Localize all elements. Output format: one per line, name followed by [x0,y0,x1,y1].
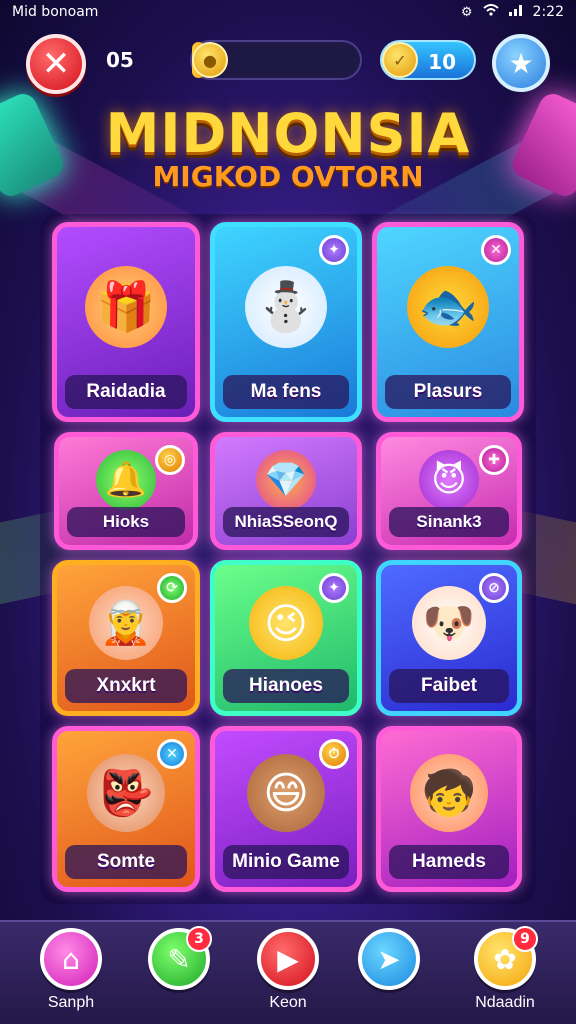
level-number: 05 [106,48,134,72]
game-tile-sinank3[interactable]: ✚ 😈 Sinank3 [376,432,522,550]
tile-label: Sinank3 [389,507,509,537]
title-sub: MIGKOD OVTORN [152,160,424,193]
game-tile-xnxkrt[interactable]: ⟳ 🧝 Xnxkrt [52,560,200,716]
tile-label: Faibet [389,669,509,703]
tile-art-icon: 😈 [419,450,479,511]
close-icon: ✕ [41,44,71,84]
wifi-icon [482,4,499,20]
game-tile-hameds[interactable]: 🧒 Hameds [376,726,522,892]
settings-icon: ⚙ [460,4,473,20]
signal-icon [508,4,523,20]
coin-icon: ● [192,42,228,78]
tile-art-icon: 🎁 [85,265,167,348]
tile-art-icon: 😉 [249,586,323,661]
tile-art-icon: 👺 [87,754,165,833]
tile-badge-icon: ✦ [319,573,349,603]
coin-count: 10 [428,50,456,74]
tile-badge-icon: ✦ [319,235,349,265]
tile-art-icon: 💎 [256,450,316,511]
nav-item-send[interactable]: ➤ [334,928,444,1024]
game-tile-faibet[interactable]: ⊘ 🐶 Faibet [376,560,522,716]
star-button[interactable]: ★ [492,34,550,92]
game-title: MIDNONSIA MIGKOD OVTORN [0,104,576,192]
game-tile-raidadia[interactable]: 🎁 Raidadia [52,222,200,422]
send-icon: ➤ [358,928,420,990]
game-grid: 🎁 Raidadia ✦ ⛄ Ma fens ✕ 🐟 Plasurs ◎ 🔔 H… [40,214,536,904]
game-tile-ma-fens[interactable]: ✦ ⛄ Ma fens [210,222,362,422]
nav-item-pencil[interactable]: ✎ 3 [124,926,234,1024]
nav-item-sanph[interactable]: ⌂ Sanph [16,928,126,1024]
pencil-icon: ✎ 3 [148,926,212,990]
tile-art-icon: 🔔 [96,450,156,511]
tile-label: NhiaSSeonQ [223,507,349,537]
tile-art-icon: 🧝 [89,586,163,661]
tile-badge-icon: ⊘ [479,573,509,603]
title-main: MIDNONSIA [105,102,471,165]
game-tile-plasurs[interactable]: ✕ 🐟 Plasurs [372,222,524,422]
home-icon: ⌂ [40,928,102,990]
tile-label: Somte [65,845,187,879]
tile-art-icon: 🧒 [410,754,488,833]
tile-badge-icon: ◎ [155,445,185,475]
tile-label: Hameds [389,845,509,879]
tile-label: Xnxkrt [65,669,187,703]
tile-badge-icon: ✕ [157,739,187,769]
star-icon: ★ [508,46,534,80]
progress-bar: ● [190,40,362,80]
tile-label: Plasurs [385,375,511,409]
bottom-nav: ⌂ Sanph ✎ 3 ▶ Keon ➤ ✿ 9 Ndaadin [0,920,576,1024]
close-button[interactable]: ✕ [26,34,86,94]
carrier-label: Mid bonoam [12,4,99,20]
play-icon: ▶ [257,928,319,990]
game-tile-hianoes[interactable]: ✦ 😉 Hianoes [210,560,362,716]
notification-badge: 3 [186,926,212,952]
game-tile-minio-game[interactable]: ⏱ 😄 Minio Game [210,726,362,892]
nav-item-keon[interactable]: ▶ Keon [233,928,343,1024]
status-bar: Mid bonoam ⚙ 2:22 [0,0,576,24]
tile-badge-icon: ⏱ [319,739,349,769]
tile-label: Ma fens [223,375,349,409]
tile-badge-icon: ✚ [479,445,509,475]
tile-art-icon: 😄 [247,754,325,833]
tile-badge-icon: ✕ [481,235,511,265]
tile-label: Hianoes [223,669,349,703]
notification-badge: 9 [512,926,538,952]
tile-label: Minio Game [223,845,349,879]
game-tile-somte[interactable]: ✕ 👺 Somte [52,726,200,892]
nav-label: Keon [269,994,307,1011]
tile-art-icon: 🐟 [407,265,489,348]
coin-check-icon: ✓ [382,42,418,78]
tile-label: Raidadia [65,375,187,409]
nav-item-ndaadin[interactable]: ✿ 9 Ndaadin [450,926,560,1024]
tile-art-icon: 🐶 [412,586,486,661]
tile-badge-icon: ⟳ [157,573,187,603]
game-tile-hioks[interactable]: ◎ 🔔 Hioks [54,432,198,550]
tile-art-icon: ⛄ [245,265,327,348]
coin-counter[interactable]: ✓ 10 [380,40,476,80]
clock: 2:22 [532,4,564,20]
nav-label: Sanph [47,994,95,1011]
flower-icon: ✿ 9 [474,926,538,990]
game-tile-nhiasseonq[interactable]: 💎 NhiaSSeonQ [210,432,362,550]
tile-label: Hioks [67,507,185,537]
nav-label: Ndaadin [475,994,535,1011]
game-header: ✕ 05 ● ✓ 10 ★ [0,30,576,94]
